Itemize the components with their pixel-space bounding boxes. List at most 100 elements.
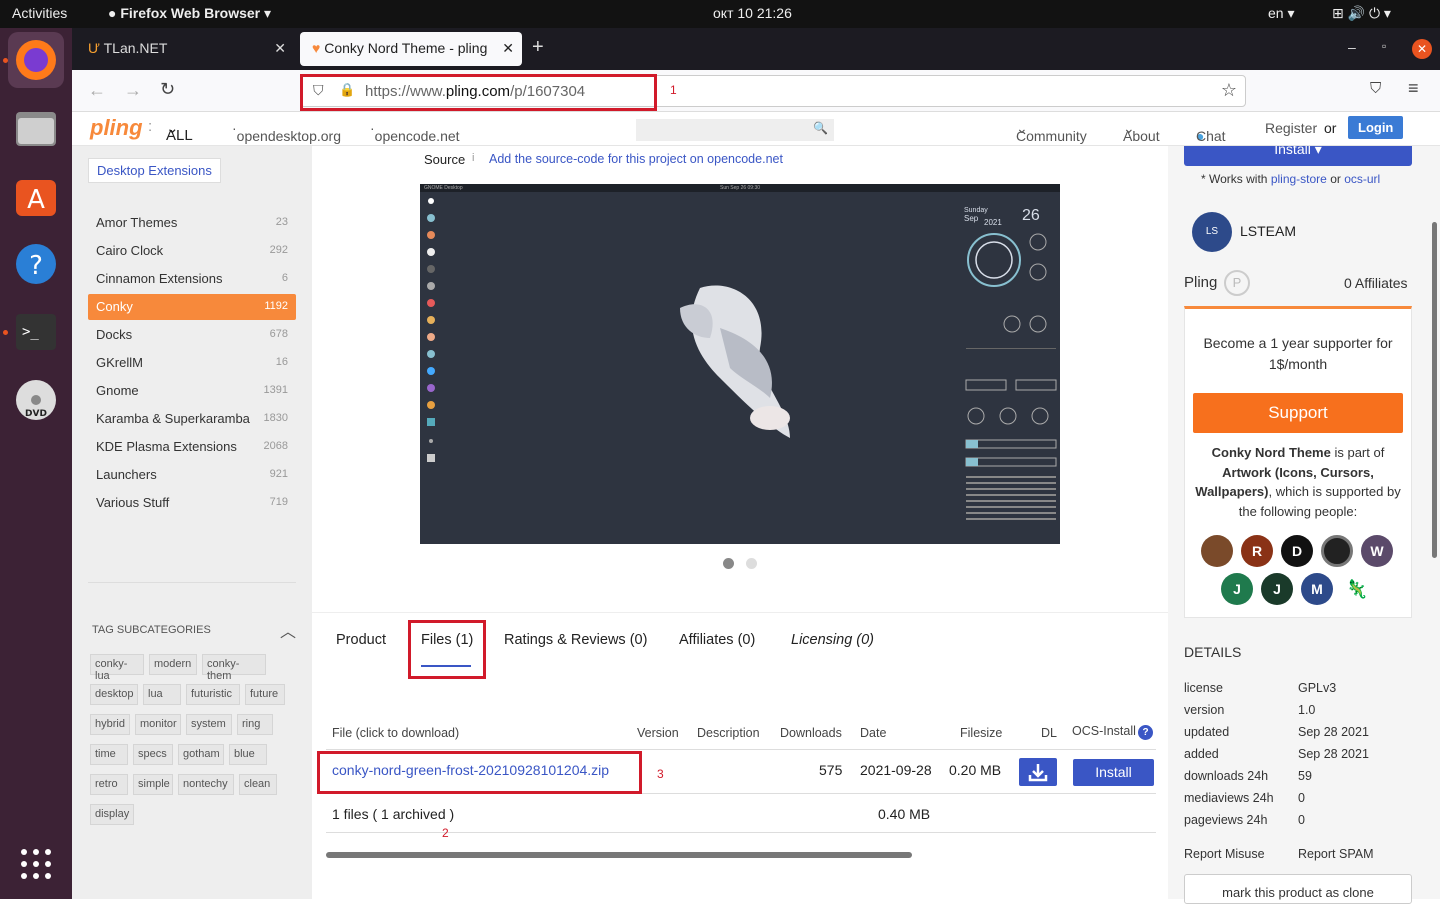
community-menu[interactable]: Community ⌄	[1016, 120, 1087, 144]
maximize-icon[interactable]: ▫	[1382, 39, 1386, 53]
dvd-dock-icon[interactable]: DVD	[8, 372, 64, 428]
tag-chip[interactable]: conky-lua	[90, 654, 144, 682]
tag-chip[interactable]: hybrid	[90, 714, 130, 735]
files-dock-icon[interactable]	[8, 100, 64, 156]
supporter-avatar[interactable]	[1321, 535, 1353, 567]
clock[interactable]: окт 10 21:26	[713, 5, 792, 21]
supporter-avatar[interactable]: R	[1241, 535, 1273, 567]
supporter-avatar[interactable]: J	[1261, 573, 1293, 605]
tab-product[interactable]: Product	[336, 632, 386, 648]
firefox-dock-icon[interactable]	[8, 32, 64, 88]
author-avatar[interactable]: LS	[1192, 212, 1232, 252]
search-icon[interactable]: 🔍	[813, 121, 828, 135]
sidebar-category-item[interactable]: Amor Themes 23	[88, 210, 296, 236]
close-tab-icon[interactable]: ✕	[274, 40, 286, 57]
mark-clone-button[interactable]: mark this product as clone	[1184, 874, 1412, 904]
pling-store-link[interactable]: pling-store	[1271, 172, 1327, 186]
tag-chip[interactable]: simple	[133, 774, 173, 795]
tag-chip[interactable]: retro	[90, 774, 128, 795]
tag-chip[interactable]: future	[245, 684, 285, 705]
new-tab-icon[interactable]: +	[532, 36, 544, 59]
horizontal-scrollbar[interactable]	[326, 852, 912, 858]
back-icon[interactable]: ←	[88, 80, 106, 101]
tag-chip[interactable]: modern	[149, 654, 197, 675]
carousel-dot[interactable]	[746, 558, 757, 569]
supporter-avatar[interactable]: J	[1221, 573, 1253, 605]
supporter-avatar[interactable]	[1201, 535, 1233, 567]
dl-button[interactable]	[1019, 758, 1057, 786]
terminal-dock-icon[interactable]: >_	[8, 304, 64, 360]
tag-chip[interactable]: gotham	[178, 744, 224, 765]
site-search-input[interactable]: 🔍	[636, 119, 834, 141]
ocs-install-button[interactable]: Install	[1073, 759, 1154, 786]
help-icon[interactable]: ?	[1138, 725, 1153, 740]
supporter-avatar[interactable]: D	[1281, 535, 1313, 567]
tab-licensing[interactable]: Licensing (0)	[791, 632, 874, 648]
tag-chip[interactable]: futuristic	[186, 684, 240, 705]
report-spam-link[interactable]: Report SPAM	[1298, 847, 1374, 861]
tag-chip[interactable]: system	[186, 714, 232, 735]
tag-chip[interactable]: time	[90, 744, 128, 765]
tag-chip[interactable]: clean	[239, 774, 277, 795]
sidebar-category-item[interactable]: Various Stuff 719	[88, 490, 296, 516]
sidebar-category-item[interactable]: Karamba & Superkaramba 1830	[88, 406, 296, 432]
login-button[interactable]: Login	[1348, 116, 1404, 139]
tag-chip[interactable]: ring	[237, 714, 273, 735]
pling-icon[interactable]: P	[1224, 270, 1250, 296]
help-dock-icon[interactable]: ?	[8, 236, 64, 292]
tag-chip[interactable]: specs	[133, 744, 173, 765]
link-opendesktop[interactable]: · opendesktop.org	[232, 120, 341, 144]
supporter-avatar[interactable]: W	[1361, 535, 1393, 567]
filter-dropdown[interactable]: ALL ⌄	[166, 119, 193, 144]
firefox-app-menu[interactable]: ● Firefox Web Browser ▾	[108, 5, 271, 22]
sidebar-category-item[interactable]: Docks 678	[88, 322, 296, 348]
close-tab-icon[interactable]: ✕	[499, 40, 514, 57]
sidebar-category-item[interactable]: Conky 1192	[88, 294, 296, 320]
minimize-icon[interactable]: –	[1348, 39, 1356, 55]
tab-ratings[interactable]: Ratings & Reviews (0)	[504, 632, 647, 648]
bookmark-star-icon[interactable]: ☆	[1221, 80, 1237, 101]
supporter-avatar[interactable]: M	[1301, 573, 1333, 605]
tab-pling[interactable]: ♥ Conky Nord Theme - pling ✕	[300, 32, 522, 66]
tab-affiliates[interactable]: Affiliates (0)	[679, 632, 755, 648]
software-dock-icon[interactable]: A	[8, 168, 64, 224]
supporter-avatar-lizard[interactable]: 🦎	[1341, 573, 1373, 605]
vertical-scrollbar[interactable]	[1432, 222, 1437, 558]
tag-chip[interactable]: desktop	[90, 684, 138, 705]
sidebar-category-item[interactable]: KDE Plasma Extensions 2068	[88, 434, 296, 460]
author-name[interactable]: LSTEAM	[1240, 223, 1296, 239]
sidebar-category-item[interactable]: Cairo Clock 292	[88, 238, 296, 264]
install-button[interactable]: Install ▾	[1184, 146, 1412, 166]
app-grid-icon[interactable]	[8, 836, 64, 892]
tag-chip[interactable]: monitor	[135, 714, 181, 735]
sidebar-category-item[interactable]: GKrellM 16	[88, 350, 296, 376]
pocket-icon[interactable]: ⛉	[1370, 80, 1381, 97]
language-indicator[interactable]: en ▾	[1268, 5, 1295, 22]
link-opencode[interactable]: · opencode.net	[370, 120, 460, 144]
tag-chip[interactable]: display	[90, 804, 134, 825]
forward-icon[interactable]: →	[124, 80, 142, 101]
sidebar-category-item[interactable]: Gnome 1391	[88, 378, 296, 404]
tag-chip[interactable]: blue	[229, 744, 267, 765]
sidebar-category-item[interactable]: Cinnamon Extensions 6	[88, 266, 296, 292]
register-link[interactable]: Register	[1265, 120, 1317, 136]
report-misuse-link[interactable]: Report Misuse	[1184, 847, 1265, 861]
ocs-url-link[interactable]: ocs-url	[1344, 172, 1380, 186]
tag-chip[interactable]: lua	[143, 684, 181, 705]
close-window-icon[interactable]: ✕	[1412, 39, 1432, 59]
reload-icon[interactable]: ↻	[160, 79, 175, 100]
about-menu[interactable]: About ⌄	[1123, 120, 1160, 144]
tab-tlan[interactable]: Ư TLan.NET ✕	[76, 32, 296, 66]
desktop-extensions-badge[interactable]: Desktop Extensions	[88, 158, 221, 183]
carousel-dot-active[interactable]	[723, 558, 734, 569]
sidebar-category-item[interactable]: Launchers 921	[88, 462, 296, 488]
product-screenshot[interactable]: GNOME Desktop Sun Sep 26 09:30 Sunday Sep…	[420, 184, 1060, 544]
pling-logo[interactable]: pling	[90, 115, 143, 141]
source-link[interactable]: Add the source-code for this project on …	[489, 152, 783, 166]
system-tray[interactable]: ⊞ 🔊 ⏻ ▾	[1332, 5, 1391, 22]
chevron-up-icon[interactable]: ︿	[280, 618, 296, 642]
support-button[interactable]: Support	[1193, 393, 1403, 433]
menu-icon[interactable]: ≡	[1408, 78, 1419, 99]
tag-chip[interactable]: nontechy	[178, 774, 234, 795]
tag-chip[interactable]: conky-them	[202, 654, 266, 682]
